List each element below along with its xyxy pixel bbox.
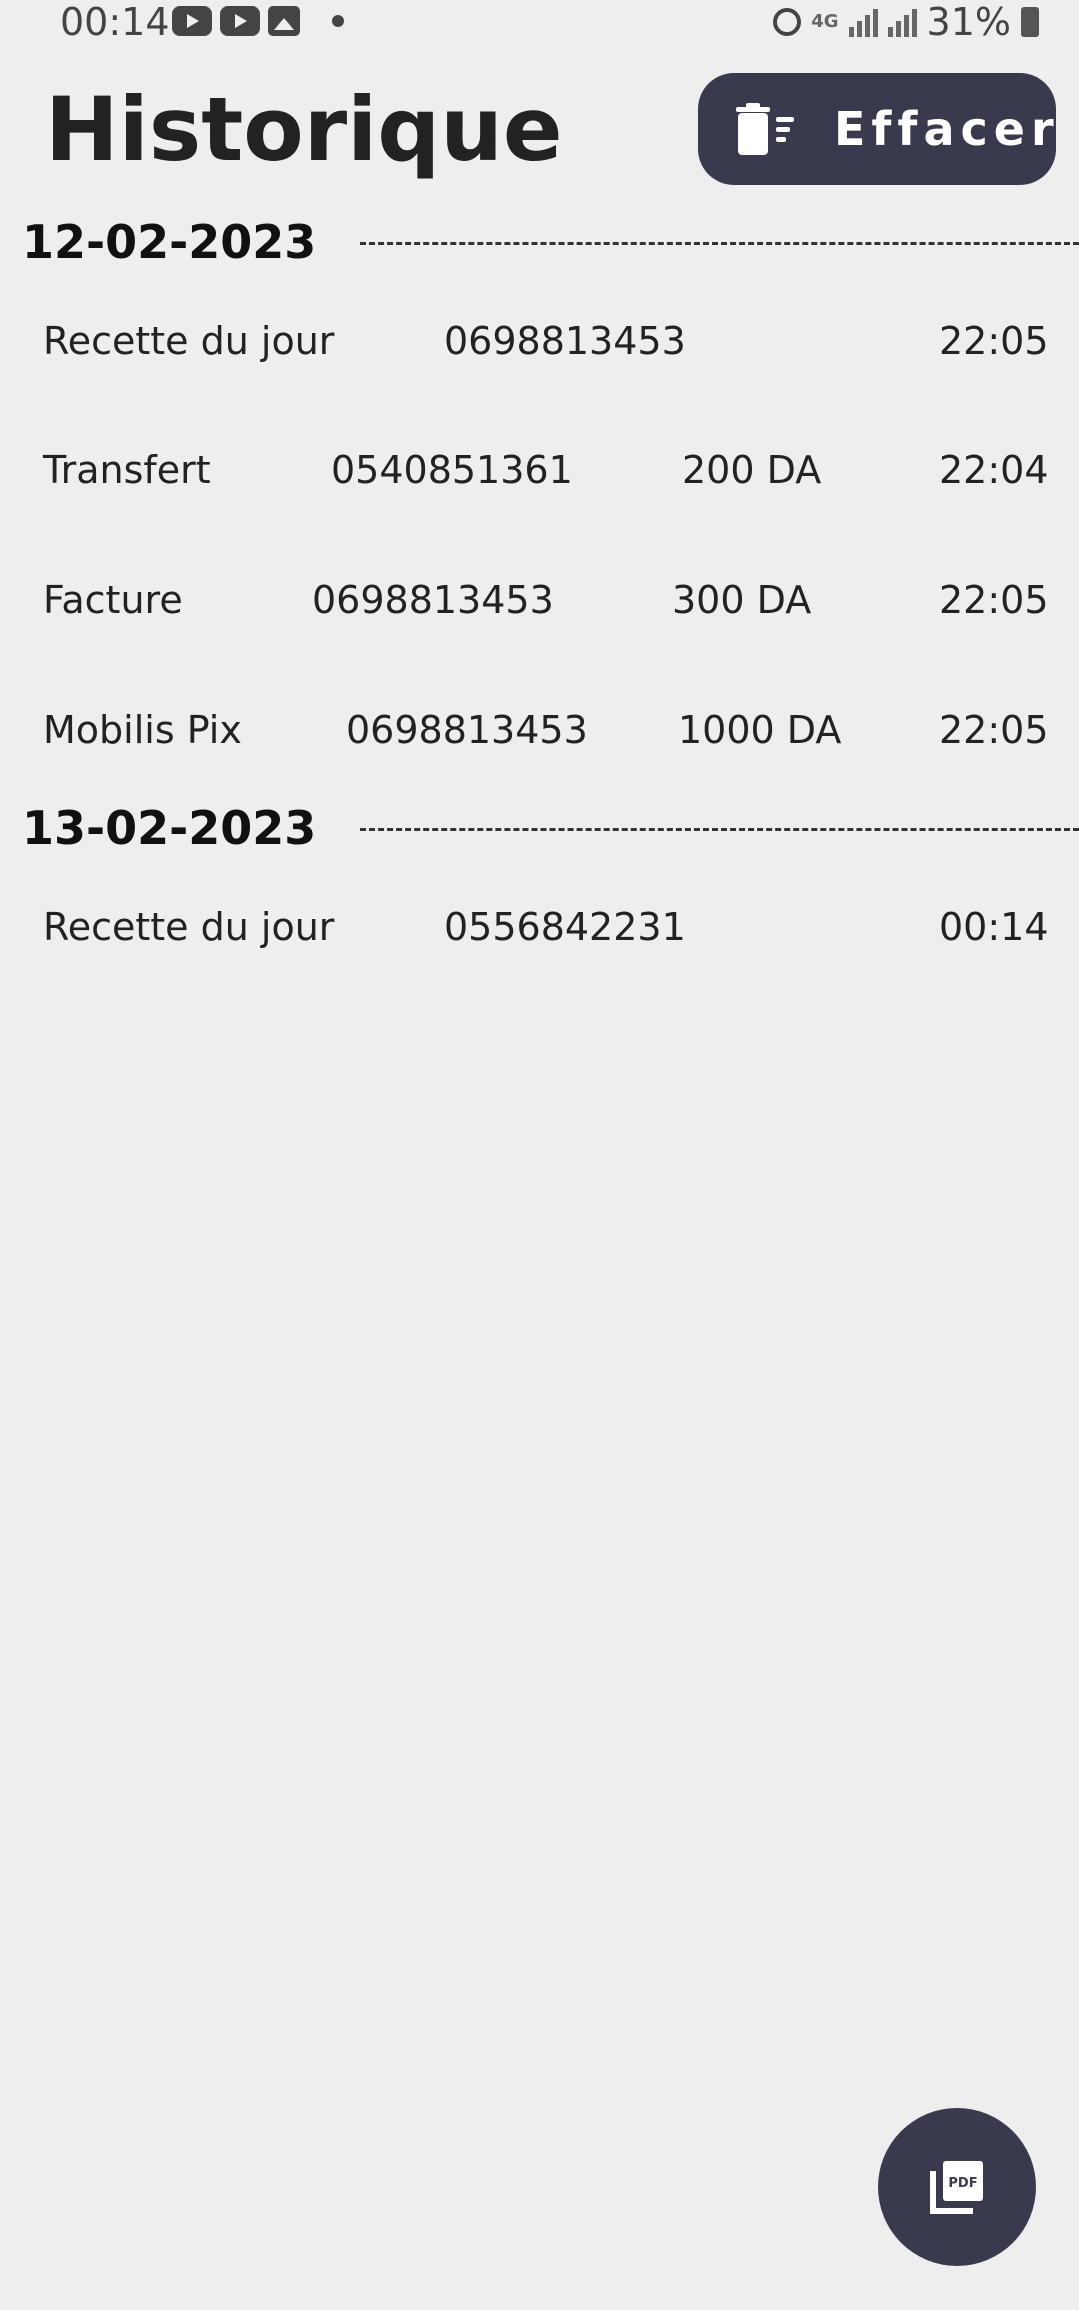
list-item[interactable]: Facture 0698813453 300 DA 22:05 [0, 570, 1079, 630]
entry-type: Transfert [43, 448, 211, 492]
dot-icon [332, 15, 344, 27]
page-title: Historique [45, 78, 563, 181]
notification-icons [172, 6, 344, 36]
entry-amount: 1000 DA [678, 708, 842, 752]
dashed-divider [360, 828, 1079, 831]
entry-type: Mobilis Pix [43, 708, 242, 752]
signal-icon [848, 7, 878, 37]
entry-amount: 300 DA [672, 578, 812, 622]
entry-number: 0698813453 [312, 578, 554, 622]
youtube-icon [172, 6, 212, 36]
entry-time: 22:05 [939, 708, 1049, 752]
list-item[interactable]: Recette du jour 0698813453 22:05 [0, 311, 1079, 371]
entry-time: 22:05 [939, 578, 1049, 622]
entry-type: Facture [43, 578, 183, 622]
entry-number: 0698813453 [346, 708, 588, 752]
entry-time: 22:05 [939, 319, 1049, 363]
entry-number: 0540851361 [331, 448, 573, 492]
list-item[interactable]: Mobilis Pix 0698813453 1000 DA 22:05 [0, 700, 1079, 760]
clear-button[interactable]: Effacer [698, 73, 1056, 185]
date-label: 13-02-2023 [22, 801, 317, 855]
entry-type: Recette du jour [43, 905, 335, 949]
pdf-icon: PDF [930, 2161, 983, 2214]
entry-number: 0556842231 [444, 905, 686, 949]
clear-button-label: Effacer [834, 102, 1060, 156]
signal-icon [887, 7, 917, 37]
battery-icon [1021, 7, 1039, 37]
network-type: 4G [811, 11, 839, 32]
date-label: 12-02-2023 [22, 215, 317, 269]
list-item[interactable]: Recette du jour 0556842231 00:14 [0, 897, 1079, 957]
date-header: 12-02-2023 [22, 212, 1079, 272]
entry-type: Recette du jour [43, 319, 335, 363]
svg-text:PDF: PDF [948, 2176, 977, 2191]
date-header: 13-02-2023 [22, 798, 1079, 858]
youtube-icon [220, 6, 260, 36]
list-item[interactable]: Transfert 0540851361 200 DA 22:04 [0, 440, 1079, 500]
dashed-divider [360, 242, 1079, 245]
status-time: 00:14 [60, 0, 170, 44]
entry-time: 00:14 [939, 905, 1049, 949]
entry-amount: 200 DA [682, 448, 822, 492]
trash-icon [736, 103, 794, 155]
system-icons: 4G 31% [773, 0, 1039, 44]
battery-percent: 31% [926, 0, 1011, 44]
gallery-icon [268, 6, 300, 36]
export-pdf-button[interactable]: PDF [878, 2108, 1036, 2266]
entry-time: 22:04 [939, 448, 1049, 492]
alarm-icon [773, 8, 802, 36]
entry-number: 0698813453 [444, 319, 686, 363]
status-bar: 00:14 4G 31% [0, 0, 1079, 44]
